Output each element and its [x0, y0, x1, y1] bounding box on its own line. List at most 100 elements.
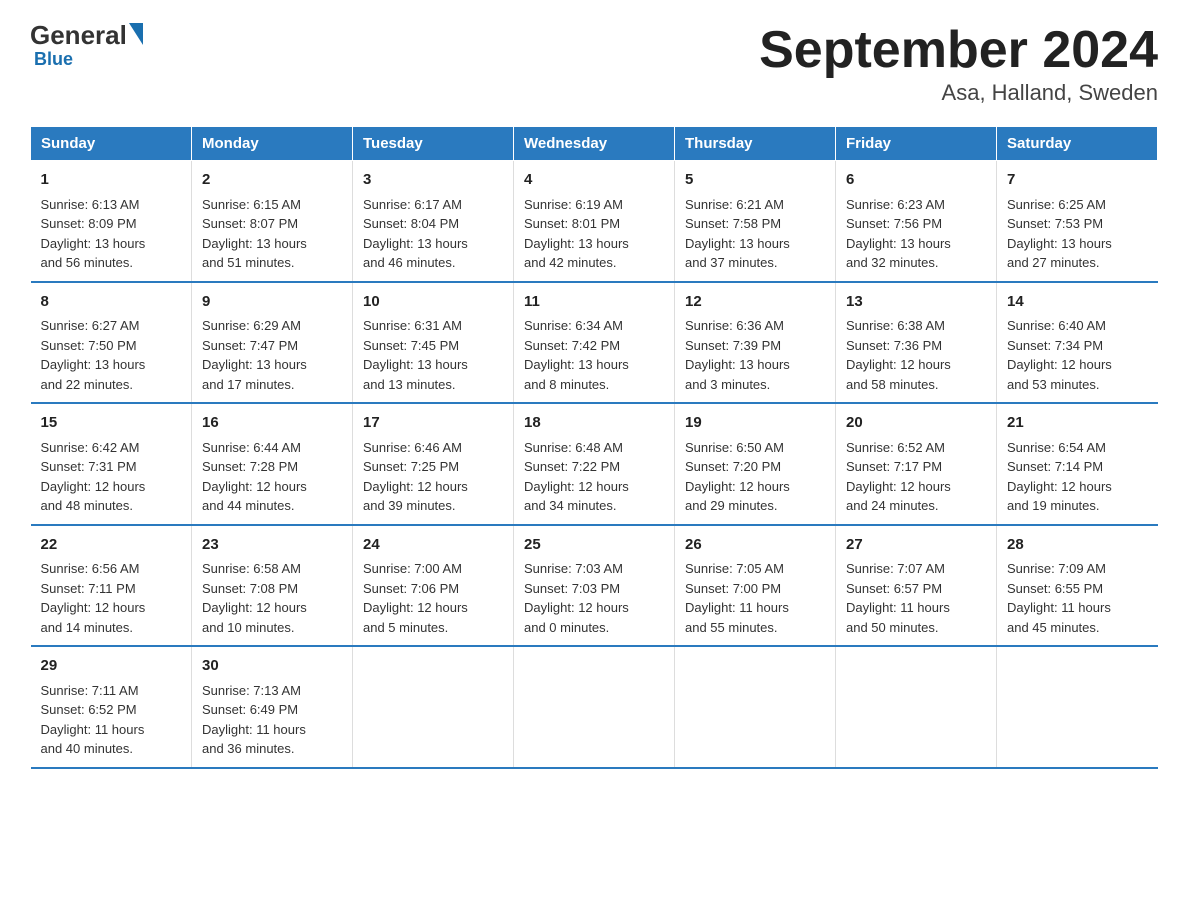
calendar-cell: 17 Sunrise: 6:46 AM Sunset: 7:25 PM Dayl… [353, 403, 514, 525]
day-number: 7 [1007, 169, 1148, 192]
cell-details: Sunrise: 6:46 AM Sunset: 7:25 PM Dayligh… [363, 438, 503, 516]
week-row-1: 1 Sunrise: 6:13 AM Sunset: 8:09 PM Dayli… [31, 161, 1158, 282]
cell-details: Sunrise: 6:42 AM Sunset: 7:31 PM Dayligh… [41, 438, 182, 516]
day-number: 24 [363, 534, 503, 557]
day-number: 17 [363, 412, 503, 435]
calendar-cell: 3 Sunrise: 6:17 AM Sunset: 8:04 PM Dayli… [353, 161, 514, 282]
cell-details: Sunrise: 7:13 AM Sunset: 6:49 PM Dayligh… [202, 681, 342, 759]
day-number: 9 [202, 291, 342, 314]
day-number: 19 [685, 412, 825, 435]
day-number: 22 [41, 534, 182, 557]
cell-details: Sunrise: 6:29 AM Sunset: 7:47 PM Dayligh… [202, 316, 342, 394]
header-day-thursday: Thursday [675, 127, 836, 161]
cell-details: Sunrise: 6:34 AM Sunset: 7:42 PM Dayligh… [524, 316, 664, 394]
cell-details: Sunrise: 6:56 AM Sunset: 7:11 PM Dayligh… [41, 559, 182, 637]
calendar-cell: 18 Sunrise: 6:48 AM Sunset: 7:22 PM Dayl… [514, 403, 675, 525]
day-number: 4 [524, 169, 664, 192]
header-day-tuesday: Tuesday [353, 127, 514, 161]
cell-details: Sunrise: 6:38 AM Sunset: 7:36 PM Dayligh… [846, 316, 986, 394]
calendar-cell [675, 646, 836, 768]
calendar-cell: 5 Sunrise: 6:21 AM Sunset: 7:58 PM Dayli… [675, 161, 836, 282]
cell-details: Sunrise: 6:50 AM Sunset: 7:20 PM Dayligh… [685, 438, 825, 516]
day-number: 20 [846, 412, 986, 435]
calendar-cell: 8 Sunrise: 6:27 AM Sunset: 7:50 PM Dayli… [31, 282, 192, 404]
cell-details: Sunrise: 7:09 AM Sunset: 6:55 PM Dayligh… [1007, 559, 1148, 637]
header-day-wednesday: Wednesday [514, 127, 675, 161]
calendar-cell: 12 Sunrise: 6:36 AM Sunset: 7:39 PM Dayl… [675, 282, 836, 404]
day-number: 21 [1007, 412, 1148, 435]
day-number: 1 [41, 169, 182, 192]
day-number: 30 [202, 655, 342, 678]
cell-details: Sunrise: 7:07 AM Sunset: 6:57 PM Dayligh… [846, 559, 986, 637]
calendar-body: 1 Sunrise: 6:13 AM Sunset: 8:09 PM Dayli… [31, 161, 1158, 768]
day-number: 28 [1007, 534, 1148, 557]
calendar-cell [353, 646, 514, 768]
day-number: 12 [685, 291, 825, 314]
day-number: 25 [524, 534, 664, 557]
day-number: 18 [524, 412, 664, 435]
calendar-cell [997, 646, 1158, 768]
page-header: General Blue September 2024 Asa, Halland… [30, 20, 1158, 106]
cell-details: Sunrise: 6:17 AM Sunset: 8:04 PM Dayligh… [363, 195, 503, 273]
calendar-cell: 29 Sunrise: 7:11 AM Sunset: 6:52 PM Dayl… [31, 646, 192, 768]
calendar-cell: 10 Sunrise: 6:31 AM Sunset: 7:45 PM Dayl… [353, 282, 514, 404]
calendar-cell: 16 Sunrise: 6:44 AM Sunset: 7:28 PM Dayl… [192, 403, 353, 525]
cell-details: Sunrise: 7:00 AM Sunset: 7:06 PM Dayligh… [363, 559, 503, 637]
week-row-3: 15 Sunrise: 6:42 AM Sunset: 7:31 PM Dayl… [31, 403, 1158, 525]
cell-details: Sunrise: 6:54 AM Sunset: 7:14 PM Dayligh… [1007, 438, 1148, 516]
calendar-cell: 25 Sunrise: 7:03 AM Sunset: 7:03 PM Dayl… [514, 525, 675, 647]
cell-details: Sunrise: 6:58 AM Sunset: 7:08 PM Dayligh… [202, 559, 342, 637]
cell-details: Sunrise: 6:40 AM Sunset: 7:34 PM Dayligh… [1007, 316, 1148, 394]
day-number: 26 [685, 534, 825, 557]
calendar-cell: 4 Sunrise: 6:19 AM Sunset: 8:01 PM Dayli… [514, 161, 675, 282]
header-day-saturday: Saturday [997, 127, 1158, 161]
day-number: 27 [846, 534, 986, 557]
header-day-monday: Monday [192, 127, 353, 161]
day-number: 29 [41, 655, 182, 678]
calendar-subtitle: Asa, Halland, Sweden [759, 80, 1158, 106]
cell-details: Sunrise: 6:31 AM Sunset: 7:45 PM Dayligh… [363, 316, 503, 394]
calendar-cell: 15 Sunrise: 6:42 AM Sunset: 7:31 PM Dayl… [31, 403, 192, 525]
logo-blue-text: Blue [34, 49, 73, 70]
day-number: 10 [363, 291, 503, 314]
cell-details: Sunrise: 6:15 AM Sunset: 8:07 PM Dayligh… [202, 195, 342, 273]
logo-triangle-icon [129, 23, 143, 45]
calendar-cell: 21 Sunrise: 6:54 AM Sunset: 7:14 PM Dayl… [997, 403, 1158, 525]
calendar-cell: 28 Sunrise: 7:09 AM Sunset: 6:55 PM Dayl… [997, 525, 1158, 647]
logo-general-text: General [30, 20, 127, 51]
calendar-cell: 9 Sunrise: 6:29 AM Sunset: 7:47 PM Dayli… [192, 282, 353, 404]
cell-details: Sunrise: 6:19 AM Sunset: 8:01 PM Dayligh… [524, 195, 664, 273]
day-number: 3 [363, 169, 503, 192]
cell-details: Sunrise: 6:13 AM Sunset: 8:09 PM Dayligh… [41, 195, 182, 273]
cell-details: Sunrise: 6:52 AM Sunset: 7:17 PM Dayligh… [846, 438, 986, 516]
calendar-cell: 11 Sunrise: 6:34 AM Sunset: 7:42 PM Dayl… [514, 282, 675, 404]
calendar-cell: 30 Sunrise: 7:13 AM Sunset: 6:49 PM Dayl… [192, 646, 353, 768]
calendar-table: SundayMondayTuesdayWednesdayThursdayFrid… [30, 126, 1158, 769]
calendar-cell [836, 646, 997, 768]
calendar-cell: 14 Sunrise: 6:40 AM Sunset: 7:34 PM Dayl… [997, 282, 1158, 404]
cell-details: Sunrise: 6:25 AM Sunset: 7:53 PM Dayligh… [1007, 195, 1148, 273]
cell-details: Sunrise: 6:23 AM Sunset: 7:56 PM Dayligh… [846, 195, 986, 273]
calendar-cell: 20 Sunrise: 6:52 AM Sunset: 7:17 PM Dayl… [836, 403, 997, 525]
calendar-cell: 19 Sunrise: 6:50 AM Sunset: 7:20 PM Dayl… [675, 403, 836, 525]
day-number: 6 [846, 169, 986, 192]
cell-details: Sunrise: 6:48 AM Sunset: 7:22 PM Dayligh… [524, 438, 664, 516]
cell-details: Sunrise: 6:27 AM Sunset: 7:50 PM Dayligh… [41, 316, 182, 394]
day-number: 16 [202, 412, 342, 435]
day-number: 13 [846, 291, 986, 314]
week-row-5: 29 Sunrise: 7:11 AM Sunset: 6:52 PM Dayl… [31, 646, 1158, 768]
logo: General Blue [30, 20, 143, 70]
cell-details: Sunrise: 6:44 AM Sunset: 7:28 PM Dayligh… [202, 438, 342, 516]
day-number: 14 [1007, 291, 1148, 314]
calendar-cell: 6 Sunrise: 6:23 AM Sunset: 7:56 PM Dayli… [836, 161, 997, 282]
cell-details: Sunrise: 6:21 AM Sunset: 7:58 PM Dayligh… [685, 195, 825, 273]
calendar-cell: 13 Sunrise: 6:38 AM Sunset: 7:36 PM Dayl… [836, 282, 997, 404]
calendar-cell: 22 Sunrise: 6:56 AM Sunset: 7:11 PM Dayl… [31, 525, 192, 647]
calendar-cell [514, 646, 675, 768]
header-row: SundayMondayTuesdayWednesdayThursdayFrid… [31, 127, 1158, 161]
calendar-cell: 26 Sunrise: 7:05 AM Sunset: 7:00 PM Dayl… [675, 525, 836, 647]
cell-details: Sunrise: 7:11 AM Sunset: 6:52 PM Dayligh… [41, 681, 182, 759]
header-day-friday: Friday [836, 127, 997, 161]
calendar-header: SundayMondayTuesdayWednesdayThursdayFrid… [31, 127, 1158, 161]
day-number: 11 [524, 291, 664, 314]
